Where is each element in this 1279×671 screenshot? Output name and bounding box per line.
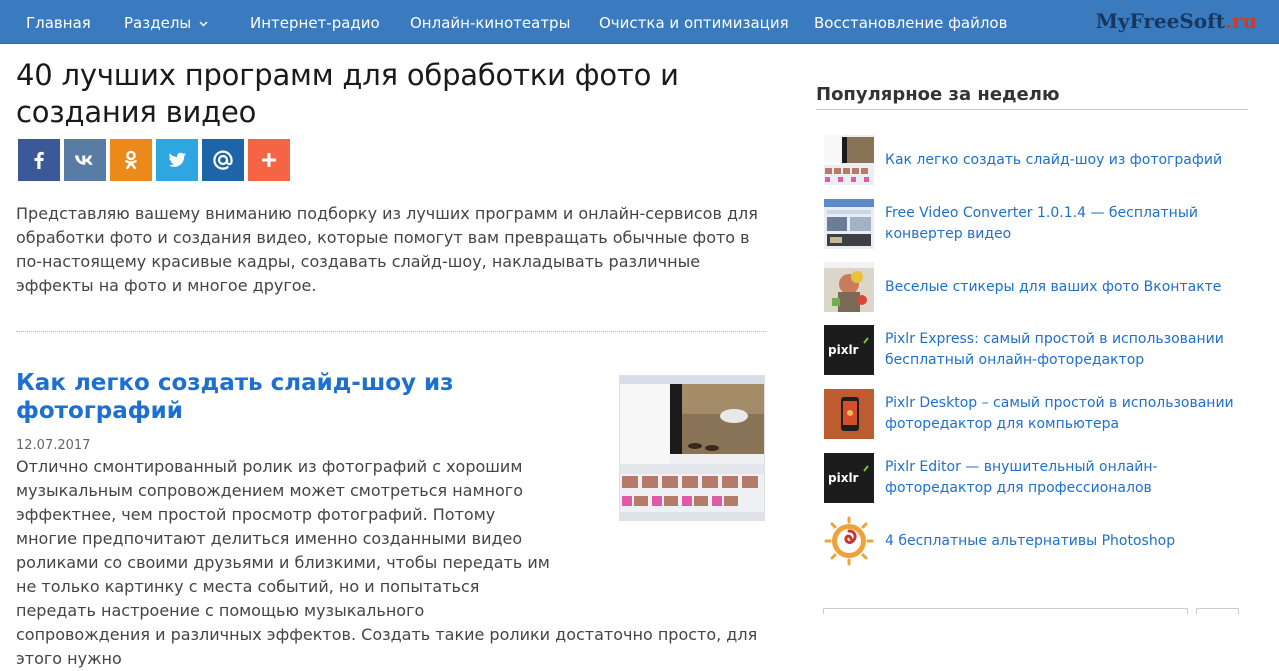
sidebar-item-video-converter[interactable]: Free Video Converter 1.0.1.4 — бесплатны… bbox=[824, 199, 1248, 249]
nav-item-internet-radio[interactable]: Интернет-радио bbox=[250, 14, 380, 32]
sidebar-item-pixlr-express[interactable]: pixlr Pixlr Express: самый простой в исп… bbox=[824, 325, 1248, 375]
sidebar-item-photoshop-alternatives[interactable]: 4 бесплатные альтернативы Photoshop bbox=[824, 516, 1248, 566]
sidebar-item-slideshow[interactable]: Как легко создать слайд-шоу из фотографи… bbox=[824, 135, 1248, 185]
share-twitter-button[interactable] bbox=[156, 139, 198, 181]
sidebar-item-label[interactable]: 4 бесплатные альтернативы Photoshop bbox=[885, 531, 1245, 552]
sidebar-item-label[interactable]: Как легко создать слайд-шоу из фотографи… bbox=[885, 150, 1245, 171]
sidebar-item-thumbnail: pixlr bbox=[824, 325, 874, 375]
main-content: 40 лучших программ для обработки фото и … bbox=[16, 57, 776, 668]
nav-item-cleanup[interactable]: Очистка и оптимизация bbox=[599, 14, 789, 32]
sidebar-item-label[interactable]: Веселые стикеры для ваших фото Вконтакте bbox=[885, 277, 1245, 298]
logo-tld-text: .ru bbox=[1224, 9, 1257, 33]
nav-item-home[interactable]: Главная bbox=[26, 14, 91, 32]
share-odnoklassniki-button[interactable] bbox=[110, 139, 152, 181]
sidebar-item-label[interactable]: Pixlr Express: самый простой в использов… bbox=[885, 329, 1245, 371]
sidebar-item-thumbnail bbox=[824, 262, 874, 312]
sidebar-item-stickers[interactable]: Веселые стикеры для ваших фото Вконтакте bbox=[824, 262, 1248, 312]
nav-item-sections[interactable]: Разделы bbox=[124, 14, 208, 32]
share-mail-ru-button[interactable] bbox=[202, 139, 244, 181]
sidebar-item-pixlr-editor[interactable]: pixlr Pixlr Editor — внушительный онлайн… bbox=[824, 453, 1248, 503]
post-thumbnail[interactable] bbox=[619, 375, 765, 521]
site-logo[interactable]: MyFreeSoft.ru bbox=[1096, 9, 1257, 33]
content-divider bbox=[16, 331, 766, 332]
chevron-down-icon bbox=[195, 17, 208, 30]
sidebar-item-thumbnail: pixlr bbox=[824, 453, 874, 503]
sidebar-search-button[interactable] bbox=[1196, 608, 1239, 614]
share-facebook-button[interactable] bbox=[18, 139, 60, 181]
pixlr-logo-text: pixlr bbox=[828, 343, 859, 357]
sidebar-item-pixlr-desktop[interactable]: Pixlr Desktop – самый простой в использо… bbox=[824, 389, 1248, 439]
sidebar-item-thumbnail bbox=[824, 389, 874, 439]
page-title: 40 лучших программ для обработки фото и … bbox=[16, 58, 679, 129]
top-navigation-bar: Главная Разделы Интернет-радио Онлайн-ки… bbox=[0, 0, 1279, 44]
sidebar-item-label[interactable]: Free Video Converter 1.0.1.4 — бесплатны… bbox=[885, 203, 1245, 245]
pixlr-logo-text: pixlr bbox=[828, 471, 859, 485]
share-more-button[interactable] bbox=[248, 139, 290, 181]
sidebar-item-thumbnail bbox=[824, 199, 874, 249]
logo-main-text: MyFreeSoft bbox=[1095, 9, 1225, 33]
nav-item-file-recovery[interactable]: Восстановление файлов bbox=[814, 14, 1007, 32]
sidebar-item-label[interactable]: Pixlr Editor — внушительный онлайн-фотор… bbox=[885, 457, 1245, 499]
nav-item-online-cinemas[interactable]: Онлайн-кинотеатры bbox=[410, 14, 570, 32]
sidebar-item-thumbnail bbox=[824, 135, 874, 185]
nav-item-sections-label: Разделы bbox=[124, 14, 192, 32]
article-intro: Представляю вашему вниманию подборку из … bbox=[16, 204, 758, 295]
share-vk-button[interactable] bbox=[64, 139, 106, 181]
sidebar: Популярное за неделю Как легко создать с… bbox=[816, 84, 1248, 566]
post-date: 12.07.2017 bbox=[16, 438, 91, 453]
sidebar-heading: Популярное за неделю bbox=[816, 84, 1248, 110]
sidebar-item-label[interactable]: Pixlr Desktop – самый простой в использо… bbox=[885, 393, 1245, 435]
sidebar-item-thumbnail bbox=[824, 516, 874, 566]
sidebar-search-input[interactable] bbox=[823, 608, 1188, 614]
post-title-link[interactable]: Как легко создать слайд-шоу из фотографи… bbox=[16, 369, 576, 425]
